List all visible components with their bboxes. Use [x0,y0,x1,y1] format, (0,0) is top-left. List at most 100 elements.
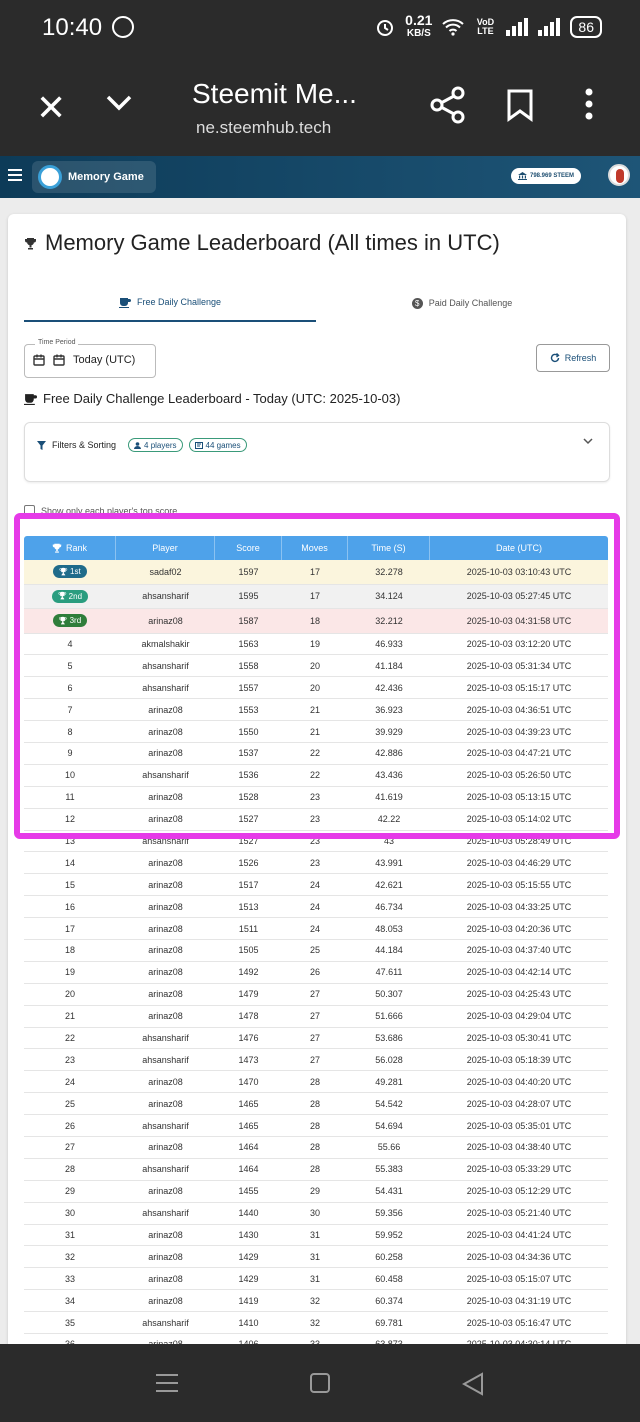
cell-moves: 28 [309,1120,320,1131]
cell-date: 2025-10-03 05:13:15 UTC [466,792,572,803]
cell-date: 2025-10-03 05:18:39 UTC [466,1054,572,1065]
cell-time: 49.281 [375,1076,403,1087]
show-top-score-toggle[interactable]: Show only each player's top score [24,505,177,516]
cell-player: ahsansharif [142,1208,189,1219]
cell-time: 36.923 [375,704,403,715]
page-title: Memory Game Leaderboard (All times in UT… [24,230,500,256]
time-period-select[interactable]: Time Period Today (UTC) [24,339,156,378]
checkbox[interactable] [24,505,35,516]
cell-date: 2025-10-03 04:20:36 UTC [466,923,572,934]
cell-time: 39.929 [375,726,403,737]
players-count-chip: 4 players [128,438,183,452]
cell-player: arinaz08 [148,945,183,956]
cell-rank: 12 [64,814,75,825]
cell-score: 1553 [238,704,259,715]
tab-free-daily-challenge[interactable]: Free Daily Challenge [24,284,316,322]
table-row: 9 arinaz08 1537 22 42.886 2025-10-03 04:47:21… [24,743,608,765]
table-row: 17 arinaz08 1511 24 48.053 2025-10-03 04:20:3… [24,918,608,940]
cell-time: 44.184 [375,945,403,956]
cell-date: 2025-10-03 04:42:14 UTC [466,967,572,978]
refresh-button[interactable]: Refresh [536,344,610,372]
browser-page-title: Steemit Me... [192,78,357,109]
cell-score: 1587 [238,615,259,626]
cell-moves: 31 [309,1251,320,1262]
share-icon[interactable] [430,86,466,124]
cell-score: 1473 [238,1054,259,1065]
cell-player: arinaz08 [148,923,183,934]
table-row: 🏆 2nd ahsansharif 1595 17 34.124 2025-10-03 05… [24,584,608,609]
cell-moves: 31 [309,1273,320,1284]
header-score[interactable]: Score [215,536,282,560]
cell-date: 2025-10-03 05:31:34 UTC [466,660,572,671]
cell-player: arinaz08 [148,1098,183,1109]
chevron-down-icon[interactable] [104,88,134,118]
avatar[interactable] [608,164,630,186]
close-icon[interactable]: ✕ [36,90,66,126]
cell-score: 1558 [238,660,259,671]
cell-date: 2025-10-03 05:26:50 UTC [466,770,572,781]
app-brand[interactable]: Memory Game [32,161,156,193]
home-icon[interactable] [310,1373,330,1393]
filters-panel[interactable]: Filters & Sorting 4 players 44 games [24,422,610,482]
cell-date: 2025-10-03 05:30:41 UTC [466,1032,572,1043]
more-options-icon[interactable] [584,88,594,120]
cell-rank: 4 [67,638,73,649]
cell-time: 59.356 [375,1208,403,1219]
cell-time: 47.611 [375,967,403,978]
cell-score: 1440 [238,1208,259,1219]
cell-moves: 20 [309,660,320,671]
cell-date: 2025-10-03 04:36:51 UTC [466,704,572,715]
cell-player: arinaz08 [148,726,183,737]
leaderboard-card: Memory Game Leaderboard (All times in UT… [8,214,626,1354]
cell-moves: 32 [309,1295,320,1306]
cell-score: 1537 [238,748,259,759]
cell-moves: 23 [309,857,320,868]
table-row: 5 ahsansharif 1558 20 41.184 2025-10-03 05:31… [24,655,608,678]
header-rank[interactable]: Rank [24,536,116,560]
browser-url[interactable]: ne.steemhub.tech [196,118,331,138]
chevron-down-icon[interactable] [583,437,593,445]
cell-rank: 31 [64,1229,75,1240]
clock: 10:40 [42,14,103,41]
cell-player: ahsansharif [142,1120,189,1131]
android-nav-bar [0,1344,640,1422]
header-player[interactable]: Player [116,536,215,560]
time-period-label: Time Period [35,339,79,346]
bookmark-icon[interactable] [506,88,534,122]
header-time[interactable]: Time (S) [348,536,430,560]
header-moves[interactable]: Moves [282,536,348,560]
cell-moves: 28 [309,1142,320,1153]
cell-time: 42.886 [375,748,403,759]
back-icon[interactable] [462,1372,484,1396]
header-date[interactable]: Date (UTC) [430,536,608,560]
wallet-balance[interactable]: 798.969 STEEM [511,168,582,184]
tab-paid-daily-challenge[interactable]: $ Paid Daily Challenge [316,284,608,322]
cell-moves: 28 [309,1098,320,1109]
cell-date: 2025-10-03 03:12:20 UTC [466,638,572,649]
hamburger-menu-icon[interactable] [8,169,22,184]
recent-apps-icon[interactable] [156,1374,178,1398]
table-row: 6 ahsansharif 1557 20 42.436 2025-10-03 05:15… [24,677,608,700]
cell-moves: 25 [309,945,320,956]
cell-player: arinaz08 [148,748,183,759]
table-row: 18 arinaz08 1505 25 44.184 2025-10-03 04:37:4… [24,940,608,962]
table-row: 20 arinaz08 1479 27 50.307 2025-10-03 04:25:4… [24,984,608,1006]
cell-player: ahsansharif [142,770,189,781]
cell-rank: 16 [64,901,75,912]
app-header: Memory Game 798.969 STEEM [0,156,640,198]
cell-date: 2025-10-03 04:25:43 UTC [466,989,572,1000]
cell-time: 41.619 [375,792,403,803]
cell-rank: 27 [64,1142,75,1153]
alarm-icon [377,20,394,36]
cell-rank: 19 [64,967,75,978]
cell-player: arinaz08 [148,814,183,825]
cell-rank: 32 [64,1251,75,1262]
cell-score: 1505 [238,945,259,956]
cell-time: 43.991 [375,857,403,868]
cell-player: sadaf02 [149,566,182,577]
cell-score: 1595 [238,591,259,602]
cell-score: 1550 [238,726,259,737]
cell-player: arinaz08 [148,1142,183,1153]
cell-rank: 21 [64,1011,75,1022]
cell-score: 1429 [238,1273,259,1284]
